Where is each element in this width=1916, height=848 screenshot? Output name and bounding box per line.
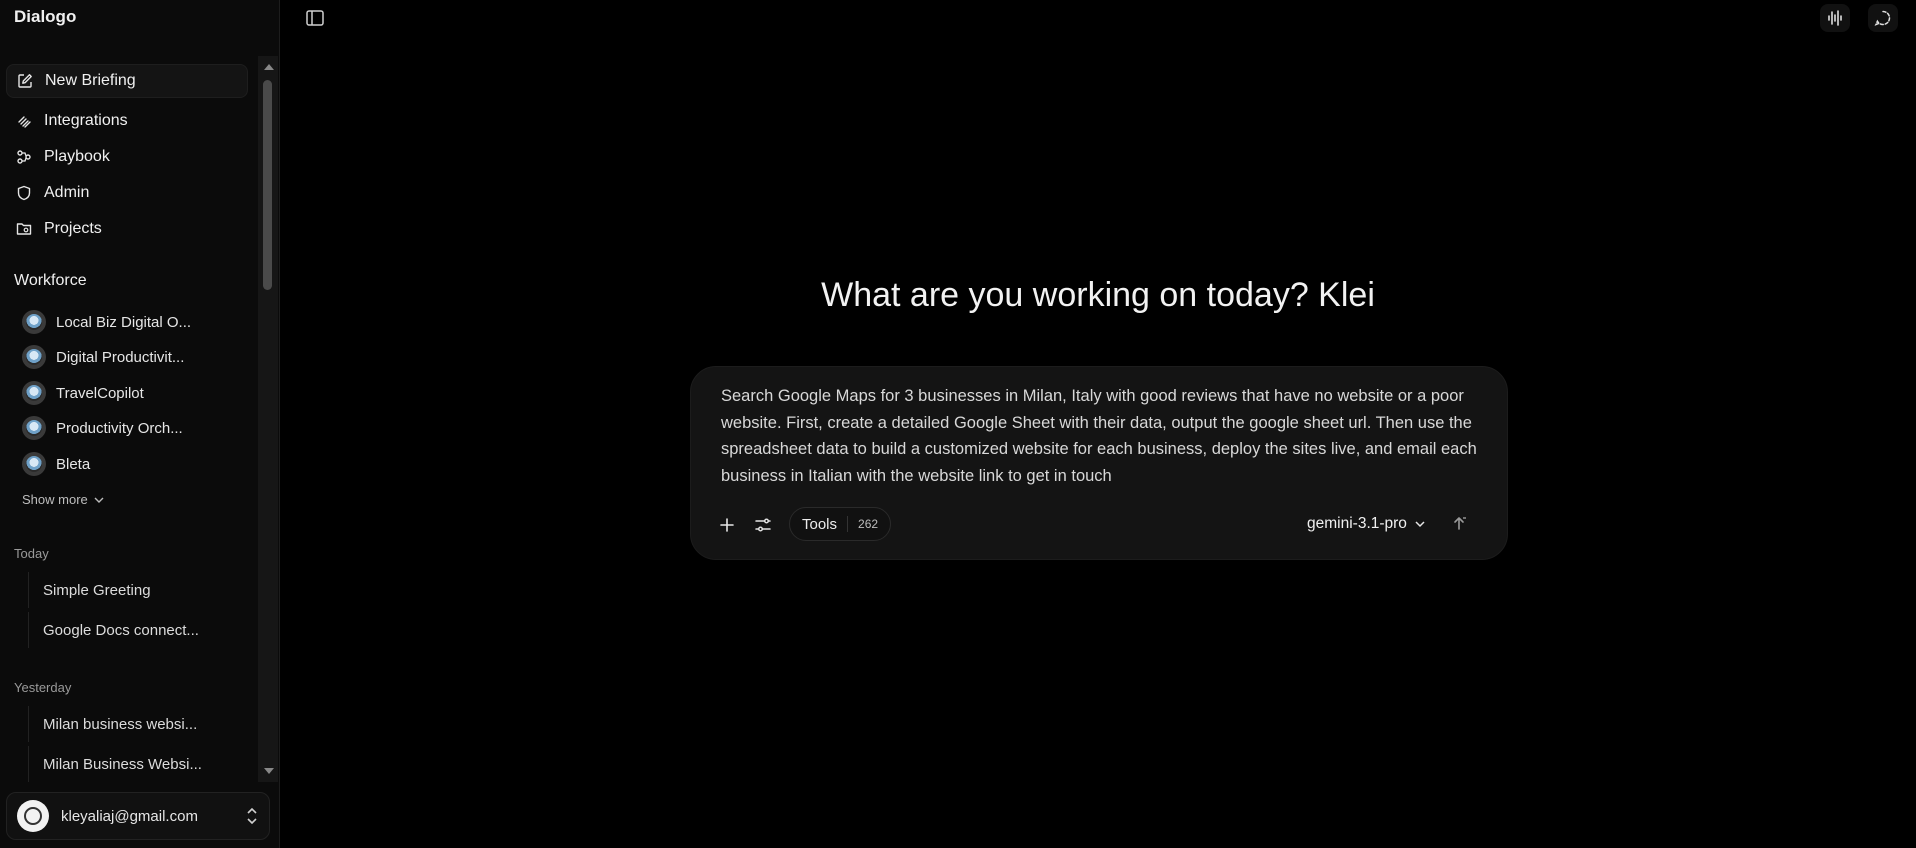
- sidebar: Dialogo New Briefing Integrations Playbo…: [0, 0, 280, 848]
- edit-icon: [18, 74, 32, 88]
- prompt-input[interactable]: Search Google Maps for 3 businesses in M…: [721, 383, 1491, 489]
- agent-avatar: [22, 310, 46, 334]
- agent-item[interactable]: Bleta: [22, 449, 90, 479]
- history-group-yesterday: Yesterday: [14, 680, 72, 695]
- scroll-up-arrow[interactable]: [264, 64, 274, 70]
- history-item[interactable]: Milan business websi...: [28, 706, 248, 742]
- agent-item[interactable]: TravelCopilot: [22, 378, 144, 408]
- scrollbar-thumb[interactable]: [263, 80, 272, 290]
- agent-name: Local Biz Digital O...: [56, 313, 192, 331]
- sidebar-toggle-icon[interactable]: [304, 8, 326, 28]
- user-account-menu[interactable]: kleyaliaj@gmail.com: [6, 792, 270, 840]
- tools-button[interactable]: Tools 262: [789, 507, 892, 541]
- user-email: kleyaliaj@gmail.com: [61, 807, 198, 825]
- agent-item[interactable]: Local Biz Digital O...: [22, 307, 191, 337]
- sidebar-item-admin[interactable]: Admin: [6, 176, 248, 210]
- avatar: [17, 800, 49, 832]
- app-title: Dialogo: [14, 7, 77, 26]
- plus-icon[interactable]: [717, 515, 737, 535]
- waveform-icon: [1828, 10, 1842, 26]
- nav-label: Projects: [44, 220, 102, 237]
- sidebar-scroll-area: New Briefing Integrations Playbook Admin…: [0, 56, 258, 782]
- nav-label: New Briefing: [45, 72, 136, 89]
- chevron-down-icon: [94, 497, 104, 503]
- scroll-down-arrow[interactable]: [264, 768, 274, 774]
- sidebar-item-playbook[interactable]: Playbook: [6, 140, 248, 174]
- nav-label: Playbook: [44, 148, 110, 165]
- sidebar-item-integrations[interactable]: Integrations: [6, 104, 248, 138]
- nav-label: Admin: [44, 184, 90, 201]
- chevron-up-down-icon: [247, 807, 257, 825]
- history-group-today: Today: [14, 546, 49, 561]
- shield-icon: [17, 185, 31, 201]
- voice-mode-button[interactable]: [1820, 4, 1850, 32]
- agent-avatar: [22, 452, 46, 476]
- agent-item[interactable]: Productivity Orch...: [22, 413, 183, 443]
- new-briefing-button[interactable]: New Briefing: [6, 64, 248, 98]
- agent-name: TravelCopilot: [56, 384, 144, 402]
- tools-label: Tools: [802, 515, 838, 533]
- send-arrow-icon[interactable]: [1451, 513, 1471, 533]
- agent-name: Bleta: [56, 455, 91, 473]
- agent-avatar: [22, 381, 46, 405]
- sidebar-item-projects[interactable]: Projects: [6, 212, 248, 246]
- model-selector[interactable]: gemini-3.1-pro: [1307, 513, 1425, 535]
- history-item[interactable]: Milan Business Websi...: [28, 746, 248, 782]
- divider: [847, 516, 849, 532]
- show-more-button[interactable]: Show more: [22, 492, 104, 507]
- chevron-down-icon: [1415, 521, 1425, 528]
- playbook-icon: [17, 150, 31, 164]
- show-more-label: Show more: [22, 492, 88, 507]
- tools-count-badge: 262: [858, 517, 879, 531]
- greeting-container: What are you working on today? Klei: [280, 276, 1916, 315]
- prompt-composer: Search Google Maps for 3 businesses in M…: [690, 366, 1508, 560]
- agent-name: Digital Productivit...: [56, 348, 185, 366]
- projects-icon: [16, 223, 32, 235]
- page-title: What are you working on today? Klei: [821, 276, 1375, 314]
- agent-avatar: [22, 416, 46, 440]
- nav-label: Integrations: [44, 112, 128, 129]
- history-item[interactable]: Simple Greeting: [28, 572, 248, 608]
- agent-item[interactable]: Digital Productivit...: [22, 342, 184, 372]
- sidebar-scrollbar[interactable]: [258, 56, 278, 782]
- agent-name: Productivity Orch...: [56, 419, 183, 437]
- model-name: gemini-3.1-pro: [1307, 515, 1407, 532]
- agent-avatar: [22, 345, 46, 369]
- workforce-heading: Workforce: [14, 272, 87, 289]
- chat-bubble-dashed-icon: [1874, 10, 1891, 26]
- sliders-icon[interactable]: [753, 515, 773, 535]
- integrations-icon: [18, 116, 31, 128]
- history-item[interactable]: Google Docs connect...: [28, 612, 248, 648]
- temporary-chat-button[interactable]: [1868, 4, 1898, 32]
